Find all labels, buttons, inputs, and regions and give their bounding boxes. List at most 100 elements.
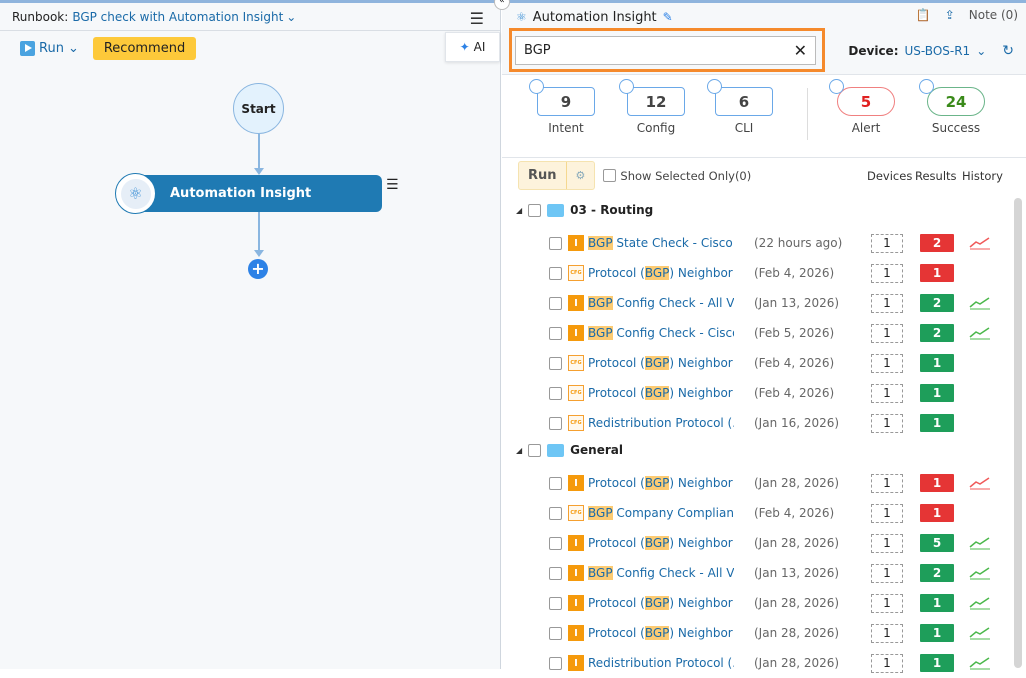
export-icon[interactable]: ⇪	[945, 8, 955, 22]
checkbox[interactable]	[528, 203, 542, 217]
checkbox[interactable]	[528, 443, 542, 457]
device-count[interactable]: 1	[871, 473, 903, 493]
device-count[interactable]: 1	[871, 413, 903, 433]
result-badge[interactable]: 2	[920, 324, 954, 342]
list-item[interactable]: I BGP State Check - Cisco I... (22 hours a…	[549, 228, 1019, 258]
device-count[interactable]: 1	[871, 653, 903, 673]
automation-insight-node[interactable]: Automation Insight	[140, 175, 382, 212]
item-name[interactable]: Redistribution Protocol (...	[588, 656, 734, 670]
column-devices[interactable]: Devices	[867, 169, 912, 183]
history-chart-icon[interactable]	[969, 294, 991, 313]
device-count[interactable]: 1	[871, 383, 903, 403]
list-item[interactable]: I BGP Config Check - Cisco... (Feb 5, 2026…	[549, 318, 1019, 348]
show-selected-checkbox[interactable]: Show Selected Only(0)	[603, 169, 751, 183]
add-node-button[interactable]: +	[248, 259, 268, 279]
folder-1[interactable]: ◢ General	[516, 443, 623, 457]
list-item[interactable]: CFG Protocol (BGP) Neighbor ... (Feb 4, 20…	[549, 258, 1019, 288]
history-chart-icon[interactable]	[969, 594, 991, 613]
item-name[interactable]: BGP Config Check - All Ve...	[588, 296, 734, 310]
list-item[interactable]: CFG Protocol (BGP) Neighbor ... (Feb 4, 20…	[549, 378, 1019, 408]
device-count[interactable]: 1	[871, 533, 903, 553]
column-history[interactable]: History	[962, 169, 1003, 183]
checkbox[interactable]	[549, 356, 562, 370]
note-button[interactable]: Note (0)	[969, 8, 1018, 22]
history-chart-icon[interactable]	[969, 534, 991, 553]
checkbox[interactable]	[549, 326, 562, 340]
stat-cli[interactable]: 6 CLI	[707, 79, 773, 135]
result-badge[interactable]: 1	[920, 264, 954, 282]
checkbox[interactable]	[549, 656, 562, 670]
item-name[interactable]: Protocol (BGP) Neighbor ...	[588, 596, 734, 610]
device-count[interactable]: 1	[871, 503, 903, 523]
item-name[interactable]: BGP Config Check - All Ve...	[588, 566, 734, 580]
run-button[interactable]: Run ⚙	[518, 161, 596, 190]
checkbox[interactable]	[549, 476, 562, 490]
list-item[interactable]: I Protocol (BGP) Neighbor ... (Jan 28, 202…	[549, 618, 1019, 648]
device-count[interactable]: 1	[871, 293, 903, 313]
checkbox[interactable]	[549, 596, 562, 610]
history-chart-icon[interactable]	[969, 624, 991, 643]
stat-config[interactable]: 12 Config	[619, 79, 685, 135]
stat-alert[interactable]: 5 Alert	[829, 79, 895, 135]
history-chart-icon[interactable]	[969, 324, 991, 343]
result-badge[interactable]: 5	[920, 534, 954, 552]
device-count[interactable]: 1	[871, 623, 903, 643]
item-name[interactable]: Protocol (BGP) Neighbor ...	[588, 536, 734, 550]
runbook-selector[interactable]: BGP check with Automation Insight	[72, 10, 283, 24]
menu-icon[interactable]: ☰	[470, 9, 484, 28]
device-selector[interactable]: US-BOS-R1	[905, 44, 971, 58]
search-input[interactable]: BGP ✕	[515, 36, 816, 65]
item-name[interactable]: Protocol (BGP) Neighbor ...	[588, 386, 734, 400]
result-badge[interactable]: 1	[920, 594, 954, 612]
list-item[interactable]: I BGP Config Check - All Ve... (Jan 13, 20…	[549, 288, 1019, 318]
recommend-button[interactable]: Recommend	[92, 37, 197, 60]
device-count[interactable]: 1	[871, 593, 903, 613]
checkbox[interactable]	[549, 296, 562, 310]
collapse-triangle-icon[interactable]: ◢	[516, 446, 522, 455]
checkbox[interactable]	[603, 169, 617, 182]
device-count[interactable]: 1	[871, 263, 903, 283]
history-chart-icon[interactable]	[969, 234, 991, 253]
collapse-triangle-icon[interactable]: ◢	[516, 206, 522, 215]
result-badge[interactable]: 1	[920, 624, 954, 642]
item-name[interactable]: Protocol (BGP) Neighbor ...	[588, 266, 734, 280]
refresh-icon[interactable]: ↻	[1002, 43, 1014, 59]
checkbox[interactable]	[549, 506, 562, 520]
checkbox[interactable]	[549, 416, 562, 430]
list-item[interactable]: I Protocol (BGP) Neighbor ... (Jan 28, 202…	[549, 588, 1019, 618]
ai-button[interactable]: ✦ AI	[445, 32, 500, 62]
history-chart-icon[interactable]	[969, 564, 991, 583]
result-badge[interactable]: 1	[920, 654, 954, 672]
result-badge[interactable]: 1	[920, 414, 954, 432]
item-name[interactable]: Protocol (BGP) Neighbor ...	[588, 626, 734, 640]
result-badge[interactable]: 2	[920, 564, 954, 582]
list-item[interactable]: I Protocol (BGP) Neighbor ... (Jan 28, 202…	[549, 468, 1019, 498]
item-name[interactable]: BGP Config Check - Cisco...	[588, 326, 734, 340]
list-item[interactable]: CFG Protocol (BGP) Neighbor ... (Feb 4, 20…	[549, 348, 1019, 378]
checkbox[interactable]	[549, 626, 562, 640]
start-node[interactable]: Start	[233, 83, 284, 134]
item-name[interactable]: BGP Company Compliance	[588, 506, 734, 520]
edit-icon[interactable]: ✎	[663, 10, 673, 24]
stat-intent[interactable]: 9 Intent	[529, 79, 595, 135]
device-count[interactable]: 1	[871, 563, 903, 583]
item-name[interactable]: Protocol (BGP) Neighbor ...	[588, 476, 734, 490]
checkbox[interactable]	[549, 386, 562, 400]
history-chart-icon[interactable]	[969, 654, 991, 673]
list-item[interactable]: I Protocol (BGP) Neighbor ... (Jan 28, 202…	[549, 528, 1019, 558]
checkbox[interactable]	[549, 236, 562, 250]
result-badge[interactable]: 1	[920, 384, 954, 402]
node-menu-icon[interactable]: ☰	[386, 177, 399, 193]
gear-icon[interactable]: ⚙	[565, 162, 595, 189]
result-badge[interactable]: 2	[920, 294, 954, 312]
checkbox[interactable]	[549, 266, 562, 280]
checkbox[interactable]	[549, 566, 562, 580]
device-count[interactable]: 1	[871, 323, 903, 343]
chevron-down-icon[interactable]: ⌄	[976, 44, 986, 58]
stat-success[interactable]: 24 Success	[919, 79, 985, 135]
chevron-down-icon[interactable]: ⌄	[286, 10, 296, 24]
result-badge[interactable]: 1	[920, 504, 954, 522]
list-item[interactable]: I Redistribution Protocol (... (Jan 28, 20…	[549, 648, 1019, 678]
clipboard-icon[interactable]: 📋	[916, 8, 931, 22]
item-name[interactable]: BGP State Check - Cisco I...	[588, 236, 734, 250]
